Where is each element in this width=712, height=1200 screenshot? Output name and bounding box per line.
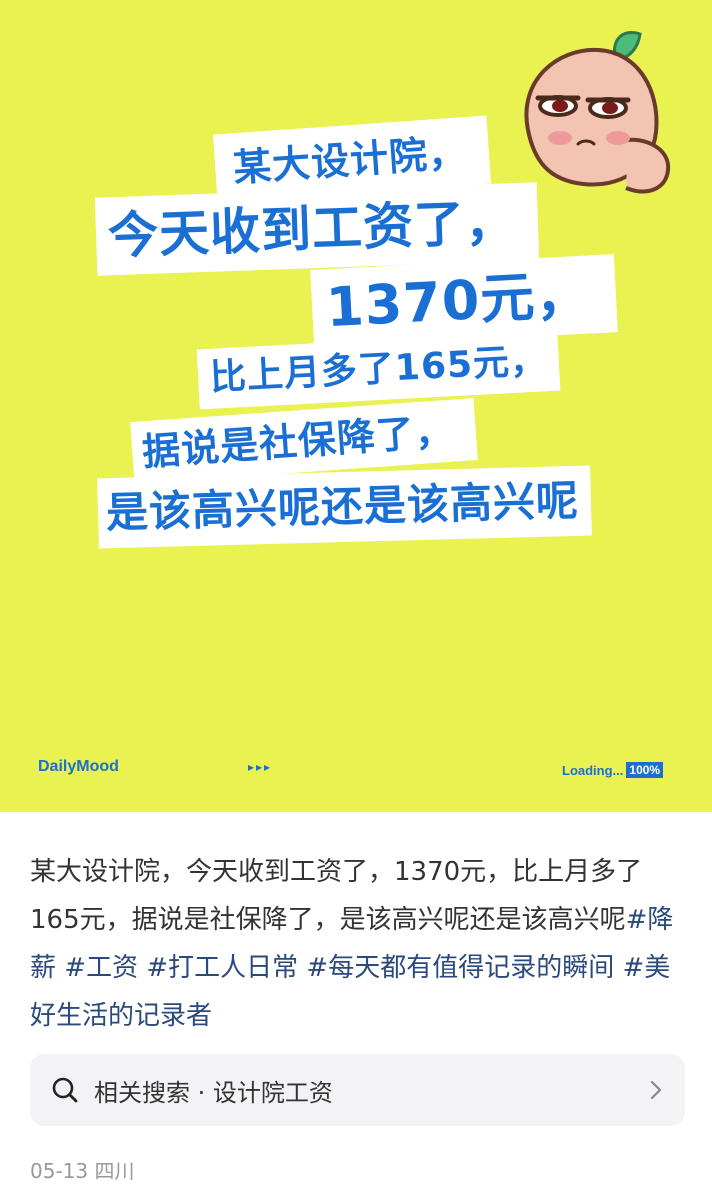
post-caption: 某大设计院，今天收到工资了，1370元，比上月多了165元，据说是社保降了，是该… [30,848,690,1040]
post-image[interactable]: 某大设计院， 今天收到工资了， 1370元， 比上月多了165元， 据说是社保降… [0,0,712,812]
related-search-button[interactable]: 相关搜索 · 设计院工资 [30,1054,685,1126]
poster-line-6: 是该高兴呢还是该高兴呢 [97,465,592,549]
loading-percent: 100% [626,762,664,778]
post-body-text: 某大设计院，今天收到工资了，1370元，比上月多了165元，据说是社保降了，是该… [30,857,643,935]
brand-logo: DailyMood [38,758,119,775]
loading-label: Loading... [562,762,624,778]
poster-line-4: 比上月多了165元， [196,330,561,410]
poster-line-3: 1370元， [310,254,619,348]
search-icon [52,1077,78,1103]
hashtag-link[interactable]: #工资 [64,953,138,983]
page-dots: ▸▸▸ [248,760,273,774]
loading-indicator: Loading... 100% [562,762,664,778]
post-date-location: 05-13 四川 [30,1159,135,1183]
hashtag-link[interactable]: #每天都有值得记录的瞬间 [306,953,614,983]
chevron-right-icon [650,1080,662,1100]
peach-sticker-icon [524,31,671,194]
related-search-label: 相关搜索 · 设计院工资 [94,1078,333,1107]
hashtag-link[interactable]: #打工人日常 [146,953,298,983]
